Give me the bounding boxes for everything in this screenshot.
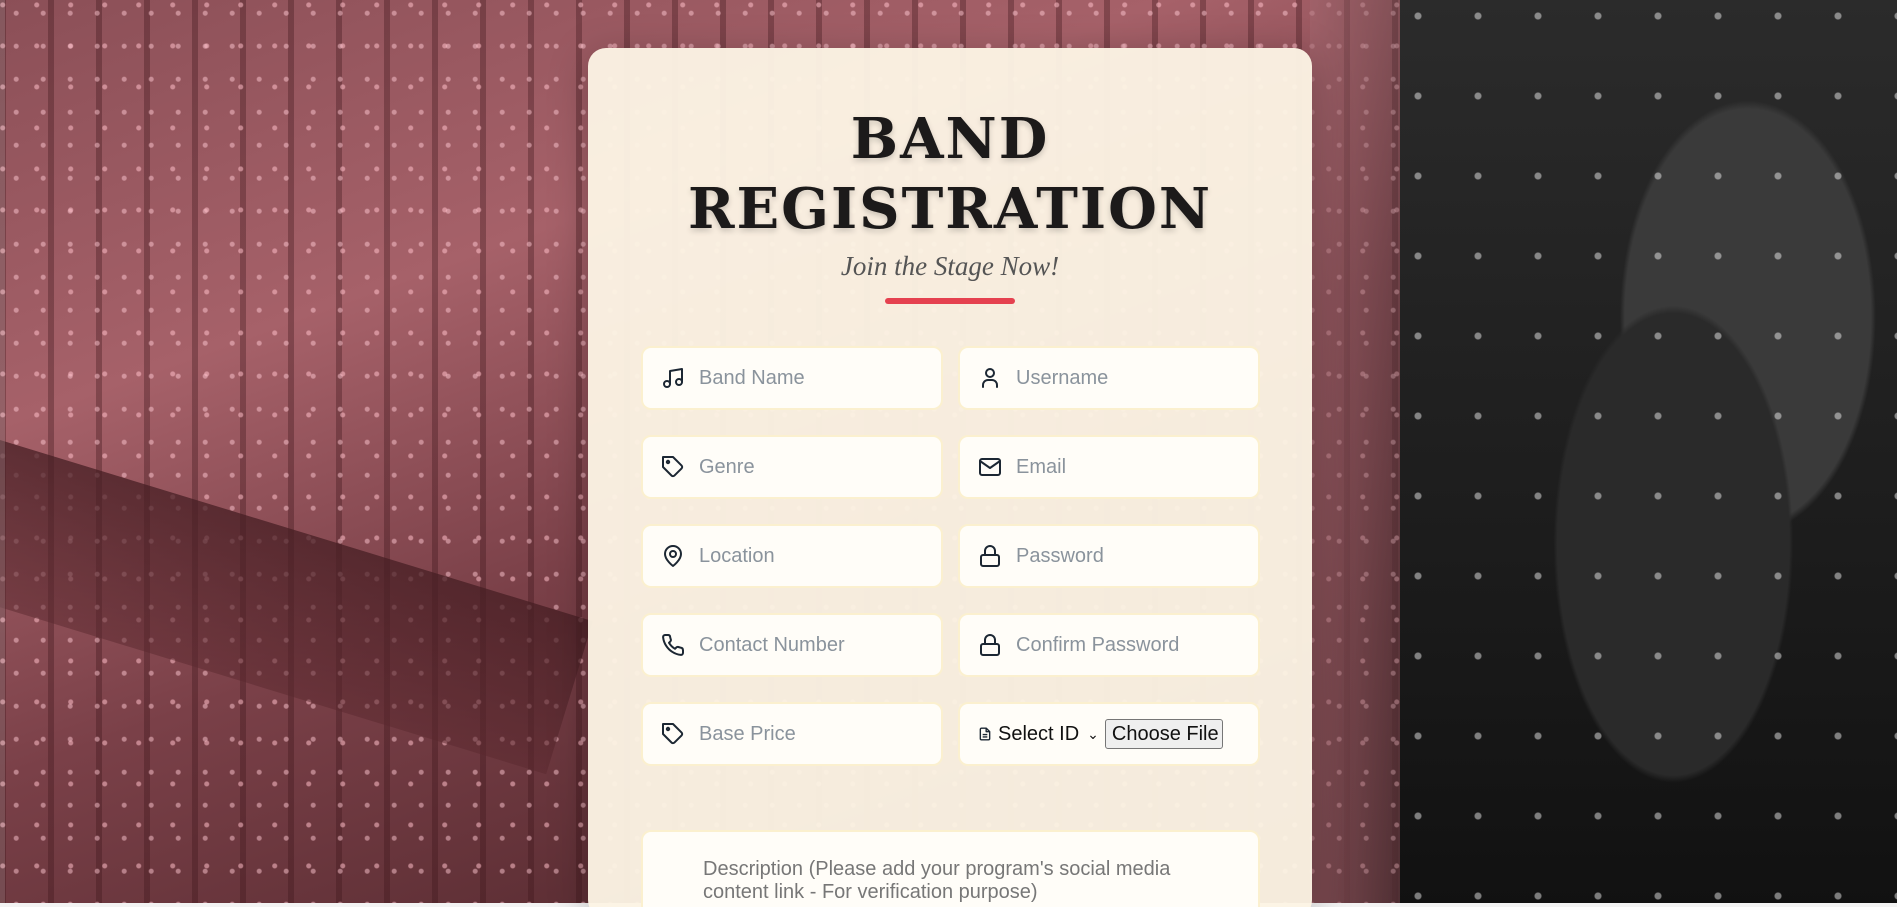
base-price-placeholder: Base Price [699, 722, 796, 745]
page-subtitle: Join the Stage Now! [840, 251, 1060, 281]
band-name-placeholder: Band Name [699, 366, 805, 389]
description-textarea[interactable]: Description (Please add your program's s… [641, 830, 1260, 907]
lock-icon [980, 634, 1000, 656]
location-field[interactable]: Location [641, 524, 943, 588]
contact-number-field[interactable]: Contact Number [641, 613, 943, 677]
lock-icon [980, 545, 1000, 567]
base-price-field[interactable]: Base Price [641, 702, 943, 766]
title-line-2: REGISTRATION [687, 176, 1213, 242]
tag-icon [662, 723, 684, 745]
choose-file-button[interactable]: Choose File [1104, 719, 1223, 749]
location-placeholder: Location [699, 544, 775, 567]
genre-field[interactable]: Genre [641, 435, 943, 499]
id-upload-field: Select ID ⌄ Choose File [958, 702, 1260, 766]
band-name-field[interactable]: Band Name [641, 346, 943, 410]
music-note-icon [663, 368, 683, 388]
mail-icon [979, 458, 1001, 476]
left-edge [0, 0, 5, 907]
username-field[interactable]: Username [958, 346, 1260, 410]
registration-card: BAND REGISTRATION Join the Stage Now! Ba… [588, 48, 1312, 907]
page-title: BAND REGISTRATION [588, 104, 1312, 244]
background-drummer [1400, 0, 1897, 907]
map-pin-icon [664, 545, 682, 567]
tag-icon [662, 456, 684, 478]
description-placeholder: Description (Please add your program's s… [703, 858, 1171, 903]
username-placeholder: Username [1016, 366, 1109, 389]
id-type-select[interactable]: Select ID ⌄ [998, 723, 1099, 746]
password-field[interactable]: Password [958, 524, 1260, 588]
phone-icon [662, 633, 685, 656]
id-type-select-value: Select ID [998, 722, 1080, 745]
title-line-1: BAND [850, 106, 1050, 172]
password-placeholder: Password [1016, 544, 1104, 567]
chevron-down-icon: ⌄ [1087, 725, 1099, 742]
email-placeholder: Email [1016, 455, 1067, 478]
contact-number-placeholder: Contact Number [699, 633, 845, 656]
genre-placeholder: Genre [699, 455, 755, 478]
email-field[interactable]: Email [958, 435, 1260, 499]
title-underline [885, 298, 1015, 304]
document-icon [979, 727, 991, 741]
confirm-password-field[interactable]: Confirm Password [958, 613, 1260, 677]
user-icon [982, 368, 998, 388]
confirm-password-placeholder: Confirm Password [1016, 633, 1180, 656]
